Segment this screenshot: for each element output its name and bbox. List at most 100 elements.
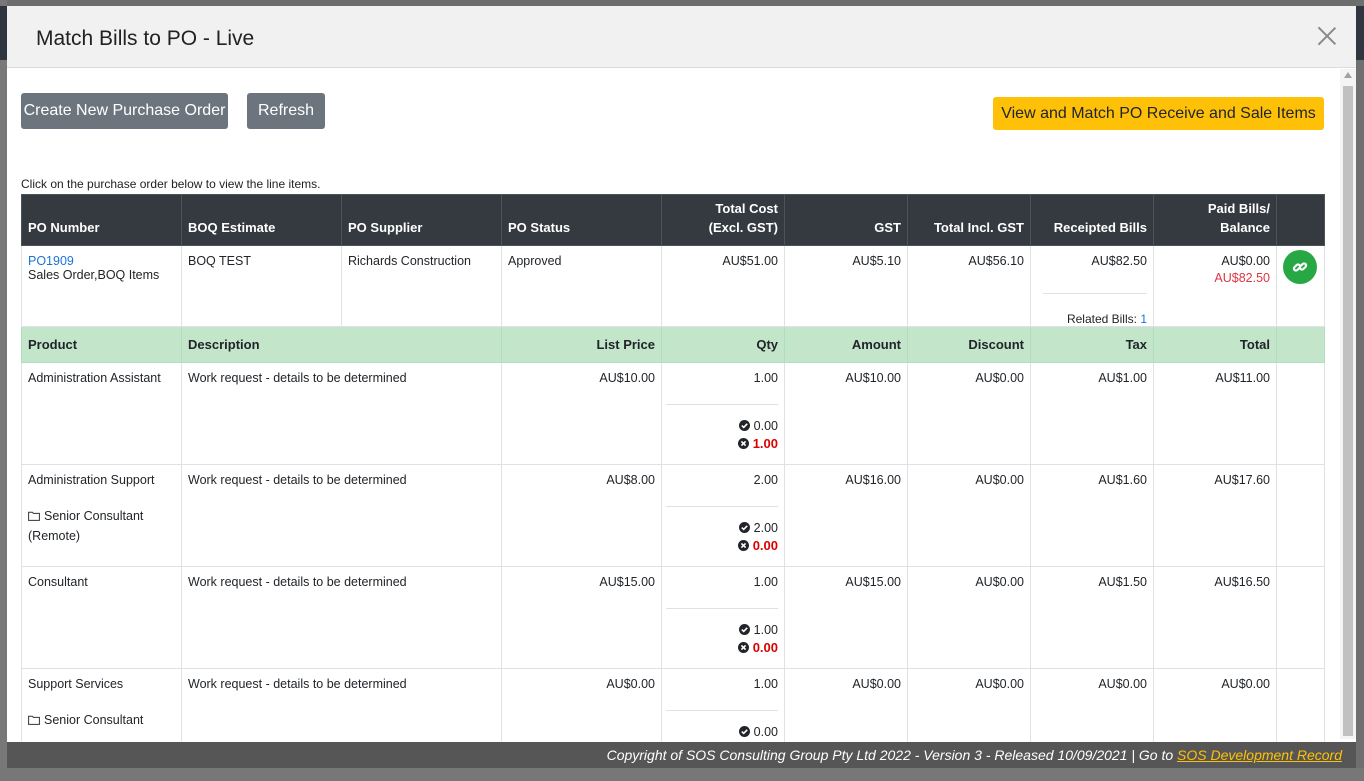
- col-boq-estimate: BOQ Estimate: [181, 194, 342, 246]
- tax: AU$1.60: [1030, 464, 1154, 567]
- col-receipted-bills: Receipted Bills: [1030, 194, 1154, 246]
- backdrop-right: [1356, 0, 1364, 781]
- qty-cell: 1.00 0.00: [661, 668, 785, 742]
- po-table-header: PO Number BOQ Estimate PO Supplier PO St…: [21, 194, 1325, 246]
- col-list-price: List Price: [501, 326, 662, 363]
- folder-icon: [28, 511, 40, 521]
- po-type: Sales Order,BOQ Items: [28, 268, 160, 282]
- product-name: Consultant: [28, 575, 88, 589]
- qty-cell: 1.00 0.00 1.00: [661, 362, 785, 465]
- x-circle-icon: [737, 642, 749, 653]
- col-amount: Amount: [784, 326, 908, 363]
- po-supplier: Richards Construction: [341, 245, 502, 327]
- list-price: AU$0.00: [501, 668, 662, 742]
- table-row: Consultant Work request - details to be …: [21, 566, 1325, 669]
- modal-header: Match Bills to PO - Live: [7, 6, 1356, 68]
- total: AU$17.60: [1153, 464, 1277, 567]
- col-total-cost: Total Cost (Excl. GST): [661, 194, 785, 246]
- col-qty: Qty: [661, 326, 785, 363]
- product-cell: Consultant: [21, 566, 182, 669]
- total: AU$11.00: [1153, 362, 1277, 465]
- amount: AU$15.00: [784, 566, 908, 669]
- refresh-button[interactable]: Refresh: [247, 93, 325, 129]
- paid-balance-cell: AU$0.00 AU$82.50: [1153, 245, 1277, 327]
- create-purchase-order-button[interactable]: Create New Purchase Order: [21, 93, 228, 129]
- qty-cell: 2.00 2.00 0.00: [661, 464, 785, 567]
- qty-received: 0.00: [668, 725, 778, 739]
- related-bills-link[interactable]: 1: [1140, 312, 1147, 326]
- qty-pending: 0.00: [668, 640, 778, 655]
- po-row[interactable]: PO1909 Sales Order,BOQ Items BOQ TEST Ri…: [21, 245, 1325, 327]
- product-cell: Administration Support Senior Consultant…: [21, 464, 182, 567]
- link-icon: [1292, 262, 1308, 272]
- match-bills-modal: Match Bills to PO - Live Create New Purc…: [7, 6, 1356, 742]
- col-po-supplier: PO Supplier: [341, 194, 502, 246]
- col-tax: Tax: [1030, 326, 1154, 363]
- qty-pending: 1.00: [668, 436, 778, 451]
- total: AU$16.50: [1153, 566, 1277, 669]
- total: AU$0.00: [1153, 668, 1277, 742]
- footer: Copyright of SOS Consulting Group Pty Lt…: [7, 742, 1356, 768]
- table-row: Administration Assistant Work request - …: [21, 362, 1325, 465]
- qty-received: 1.00: [668, 623, 778, 637]
- related-bills: Related Bills: 1: [1043, 293, 1147, 326]
- col-actions: [1276, 194, 1325, 246]
- col-product: Product: [21, 326, 182, 363]
- table-row: Administration Support Senior Consultant…: [21, 464, 1325, 567]
- product-cell: Administration Assistant: [21, 362, 182, 465]
- link-bill-button[interactable]: [1283, 250, 1317, 284]
- backdrop-bottom: [0, 768, 1364, 781]
- scroll-up-arrow-icon[interactable]: [1344, 72, 1352, 78]
- scrollbar-thumb[interactable]: [1343, 86, 1353, 736]
- product-sub-item: Senior Consultant (Remote): [28, 509, 144, 543]
- items-table-header: Product Description List Price Qty Amoun…: [21, 326, 1325, 363]
- tax: AU$1.00: [1030, 362, 1154, 465]
- amount: AU$0.00: [784, 668, 908, 742]
- list-price: AU$8.00: [501, 464, 662, 567]
- total-cost: AU$51.00: [661, 245, 785, 327]
- view-match-items-button[interactable]: View and Match PO Receive and Sale Items: [993, 97, 1324, 130]
- backdrop-left-navbar: [0, 6, 7, 60]
- col-po-status: PO Status: [501, 194, 662, 246]
- gst: AU$5.10: [784, 245, 908, 327]
- check-circle-icon: [738, 522, 750, 533]
- qty-received: 2.00: [668, 521, 778, 535]
- product-cell: Support Services Senior Consultant: [21, 668, 182, 742]
- col-total: Total: [1153, 326, 1277, 363]
- product-sub-item: Senior Consultant: [28, 710, 175, 730]
- product-name: Support Services: [28, 677, 124, 691]
- footer-link[interactable]: SOS Development Record: [1177, 747, 1342, 763]
- qty: 1.00: [666, 575, 778, 609]
- discount: AU$0.00: [907, 566, 1031, 669]
- col-blank: [1276, 326, 1325, 363]
- col-po-number: PO Number: [21, 194, 182, 246]
- tax: AU$1.50: [1030, 566, 1154, 669]
- check-circle-icon: [738, 726, 750, 737]
- qty: 1.00: [666, 371, 778, 405]
- purchase-order-table: PO Number BOQ Estimate PO Supplier PO St…: [21, 194, 1325, 742]
- related-bills-label: Related Bills:: [1066, 312, 1137, 326]
- total-incl-gst: AU$56.10: [907, 245, 1031, 327]
- product-name: Administration Support: [28, 473, 155, 487]
- discount: AU$0.00: [907, 668, 1031, 742]
- backdrop-left: [0, 0, 7, 781]
- boq-estimate: BOQ TEST: [181, 245, 342, 327]
- qty: 2.00: [666, 473, 778, 507]
- col-description: Description: [181, 326, 502, 363]
- tax: AU$0.00: [1030, 668, 1154, 742]
- instruction-text: Click on the purchase order below to vie…: [21, 177, 321, 191]
- col-discount: Discount: [907, 326, 1031, 363]
- receipted-bills: AU$82.50: [1091, 254, 1147, 268]
- product-name: Administration Assistant: [28, 371, 161, 385]
- close-icon[interactable]: [1313, 22, 1341, 50]
- qty-pending: 0.00: [668, 538, 778, 553]
- modal-title: Match Bills to PO - Live: [36, 27, 255, 50]
- check-circle-icon: [738, 420, 750, 431]
- qty-received: 0.00: [668, 419, 778, 433]
- receipted-bills-cell: AU$82.50 Related Bills: 1: [1030, 245, 1154, 327]
- po-number-link[interactable]: PO1909: [28, 254, 175, 268]
- discount: AU$0.00: [907, 464, 1031, 567]
- amount: AU$10.00: [784, 362, 908, 465]
- x-circle-icon: [737, 438, 749, 449]
- po-number-cell: PO1909 Sales Order,BOQ Items: [21, 245, 182, 327]
